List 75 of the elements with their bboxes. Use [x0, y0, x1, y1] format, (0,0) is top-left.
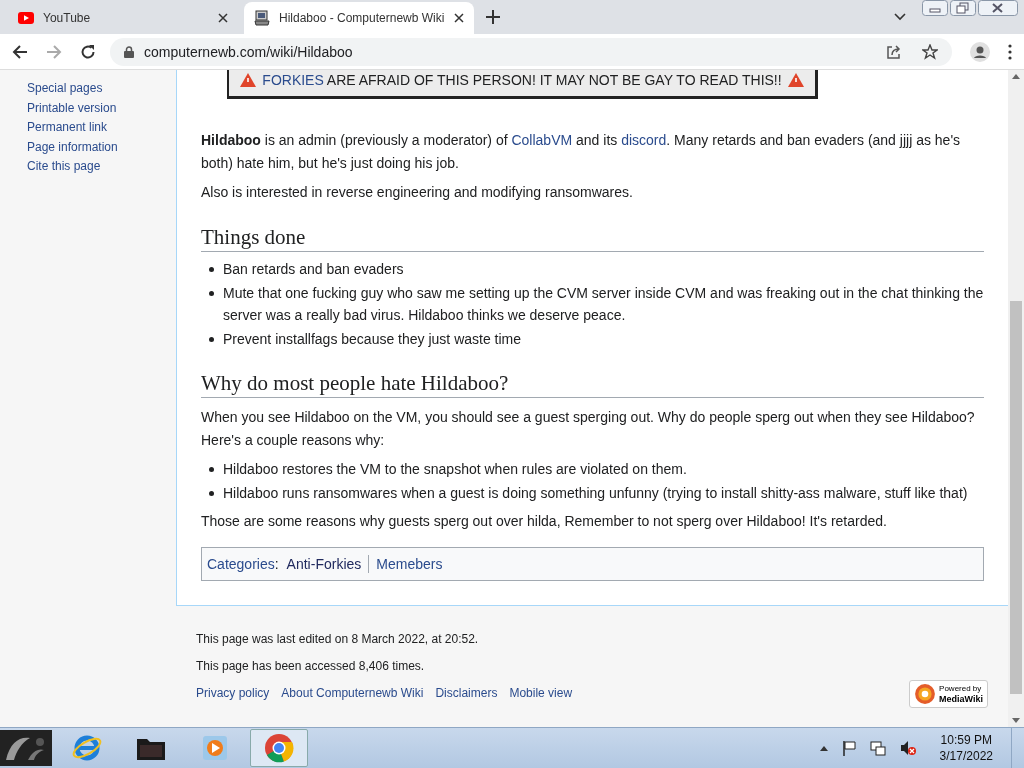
bullet-icon [209, 467, 214, 472]
bullet-icon [209, 337, 214, 342]
minimize-icon[interactable] [922, 0, 948, 16]
lock-icon [124, 45, 134, 58]
close-icon[interactable] [454, 13, 464, 23]
clock-date[interactable]: 3/17/2022 [939, 748, 993, 764]
category-link[interactable]: Memebers [376, 556, 443, 572]
powered-by-badge[interactable]: Powered by MediaWiki [909, 680, 988, 708]
footer-link[interactable]: About Computernewb Wiki [281, 686, 424, 700]
flower-icon [914, 683, 937, 705]
warning-icon [787, 73, 804, 87]
new-tab-icon[interactable] [486, 10, 500, 24]
footer-link[interactable]: Mobile view [509, 686, 573, 700]
flag-icon[interactable] [841, 740, 856, 756]
list-item: Ban retards and ban evaders [223, 260, 404, 279]
footer-link[interactable]: Disclaimers [435, 686, 498, 700]
network-icon[interactable] [869, 740, 886, 756]
inline-link[interactable]: CollabVM [511, 132, 573, 148]
scroll-thumb[interactable] [1010, 301, 1022, 694]
footer-text: This page was last edited on 8 March 2022, at 20:52. [196, 632, 480, 646]
bullet-icon [209, 267, 214, 272]
categories-link[interactable]: Categories [207, 556, 275, 572]
list-item: Prevent installfags because they just waste time [223, 330, 522, 349]
footer-text: This page has been accessed 8,406 times. [196, 659, 426, 673]
profile-icon[interactable] [970, 41, 990, 62]
reload-icon[interactable] [80, 43, 96, 60]
sidebar-link[interactable]: Cite this page [27, 157, 176, 177]
chevron-icon[interactable] [894, 13, 906, 21]
sidebar-link[interactable]: Special pages [27, 79, 176, 99]
scroll-down-icon[interactable] [1012, 718, 1020, 723]
clock-time[interactable]: 10:59 PM [940, 732, 992, 748]
paragraph: Hildaboo is an admin (previously a moderator) of CollabVM and its discord. Many retards and ban evaders (and jjjj as he's both) hate him, but he's just doing his job. [201, 131, 962, 173]
share-icon[interactable] [886, 43, 902, 60]
paragraph: When you see Hildaboo on the VM, you should see a guest sperging out. Why do people sperg out when they see Hildaboo? Here's a couple reasons why: [201, 408, 976, 450]
colon-text: : [274, 556, 279, 572]
browser-tab[interactable]: YouTube [8, 2, 238, 34]
chrome-icon [264, 733, 294, 763]
section-heading: Things done [201, 224, 984, 252]
browser-tab[interactable]: Hildaboo - Computernewb Wiki [244, 2, 474, 34]
restore-icon[interactable] [950, 0, 976, 16]
sidebar-link[interactable]: Page information [27, 137, 176, 158]
star-icon[interactable] [922, 43, 938, 60]
warning-icon [240, 73, 257, 87]
back-icon[interactable] [12, 43, 28, 60]
show-hidden-icon[interactable] [819, 745, 828, 751]
bullet-icon [209, 491, 214, 496]
sidebar-link[interactable]: Permanent link [27, 118, 176, 138]
menu-icon[interactable] [1008, 43, 1012, 60]
banner-text: ARE AFRAID OF THIS PERSON! IT MAY NOT BE GAY TO READ THIS!! [326, 72, 782, 88]
scroll-up-icon[interactable] [1012, 74, 1020, 79]
scrollbar[interactable] [1008, 70, 1024, 727]
browser-e-icon [72, 733, 102, 763]
tab-title: Hildaboo - Computernewb Wiki [279, 11, 445, 25]
list-item: Hildaboo restores the VM to the snapshot when rules are violated on them. [223, 460, 687, 479]
footer-link[interactable]: Privacy policy [196, 686, 270, 700]
youtube-icon [18, 12, 34, 24]
section-heading: Why do most people hate Hildaboo? [201, 370, 984, 398]
close-icon[interactable] [978, 0, 1018, 16]
badge-text: Powered by [939, 684, 983, 694]
tab-title: YouTube [43, 11, 92, 25]
banner-link[interactable]: FORKIES [262, 72, 324, 88]
media-player-icon [201, 734, 229, 762]
category-link[interactable]: Anti-Forkies [286, 556, 362, 572]
muted-speaker-icon[interactable] [899, 740, 916, 756]
list-item: Hildaboo runs ransomwares when a guest is doing something unfunny (trying to install shitty-ass malware, stuff like that) [223, 484, 968, 503]
close-icon[interactable] [218, 13, 228, 23]
computer-icon [254, 10, 270, 26]
badge-text: MediaWiki [939, 694, 983, 704]
bullet-icon [209, 291, 214, 296]
paragraph: Those are some reasons why guests sperg out over hilda, Remember to not sperg over Hildaboo! It's retarded. [201, 512, 888, 531]
start-button[interactable] [0, 729, 52, 767]
paragraph: Also is interested in reverse engineering and modifying ransomwares. [201, 183, 634, 202]
list-item: Mute that one fucking guy who saw me setting up the CVM server inside CVM and was freaking out in the chat thinking the server was a really bad virus. Hildaboo thinks we deserve peace. [223, 284, 984, 325]
sidebar-link[interactable]: Printable version [27, 98, 176, 119]
address-field[interactable]: computernewb.com/wiki/Hildaboo [110, 37, 952, 66]
